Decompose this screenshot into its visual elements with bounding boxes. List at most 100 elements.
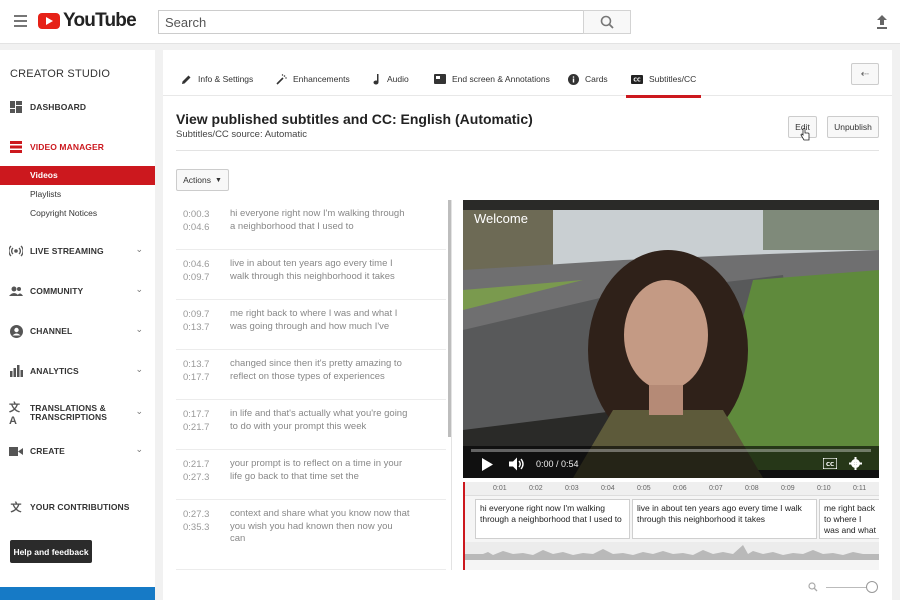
timeline-tick: 0:02 xyxy=(529,485,543,492)
caret-down-icon: ▼ xyxy=(214,176,222,184)
magic-wand-icon xyxy=(276,73,287,85)
sidebar-item-label: VIDEO MANAGER xyxy=(30,141,105,152)
tab-label: Enhancements xyxy=(293,74,350,84)
timeline-tick: 0:07 xyxy=(709,485,723,492)
sidebar-item-label: DASHBOARD xyxy=(30,101,87,112)
sidebar-item-live-streaming[interactable]: LIVE STREAMING ⌄ xyxy=(0,239,155,263)
youtube-play-icon xyxy=(38,13,60,29)
sidebar-item-create[interactable]: CREATE ⌄ xyxy=(0,439,155,463)
timeline-tick: 0:10 xyxy=(817,485,831,492)
actions-label: Actions xyxy=(183,175,211,185)
sidebar-item-analytics[interactable]: ANALYTICS ⌄ xyxy=(0,359,155,383)
video-player[interactable]: Welcome 0:00 / 0:54 CC xyxy=(463,200,879,478)
upload-icon[interactable] xyxy=(875,14,889,30)
timeline-cue[interactable]: live in about ten years ago every time I… xyxy=(632,499,817,539)
timeline-tick: 0:06 xyxy=(673,485,687,492)
timeline-tick: 0:03 xyxy=(565,485,579,492)
logo-text: YouTube xyxy=(63,10,137,31)
timeline-cue[interactable]: hi everyone right now I'm walking throug… xyxy=(475,499,630,539)
back-button[interactable]: ⇠ xyxy=(851,63,879,85)
sidebar-item-dashboard[interactable]: DASHBOARD xyxy=(0,95,155,119)
create-icon xyxy=(9,444,23,458)
zoom-slider-thumb[interactable] xyxy=(866,581,878,593)
caption-text: your prompt is to reflect on a time in y… xyxy=(230,458,403,482)
zoom-search-icon xyxy=(808,582,818,592)
tab-enhancements[interactable]: Enhancements xyxy=(276,68,350,90)
timeline-tick: 0:11 xyxy=(853,485,867,492)
caption-row[interactable]: 0:00.3 0:04.6 hi everyone right now I'm w… xyxy=(176,200,446,250)
chevron-down-icon[interactable]: ⌄ xyxy=(135,244,143,255)
video-overlay-title: Welcome xyxy=(474,211,528,226)
search-input[interactable]: Search xyxy=(158,10,584,34)
caption-row[interactable]: 0:17.7 0:21.7 in life and that's actually… xyxy=(176,400,446,450)
cc-toggle-icon[interactable]: CC xyxy=(823,458,837,469)
caption-row[interactable]: 0:27.3 0:35.3 context and share what you … xyxy=(176,500,446,570)
tab-audio[interactable]: Audio xyxy=(372,68,409,90)
timeline-zoom xyxy=(808,580,883,594)
help-feedback-button[interactable]: Help and feedback xyxy=(10,540,92,563)
tab-info-settings[interactable]: Info & Settings xyxy=(181,68,253,90)
header-divider xyxy=(176,150,879,151)
timeline-playhead[interactable] xyxy=(463,482,465,570)
back-arrow-icon: ⇠ xyxy=(860,68,870,80)
timeline-cue[interactable]: me right back to where I was and what I … xyxy=(819,499,879,539)
chevron-down-icon[interactable]: ⌄ xyxy=(135,324,143,335)
caption-text: changed since then it's pretty amazing t… xyxy=(230,358,402,382)
sidebar-item-community[interactable]: COMMUNITY ⌄ xyxy=(0,279,155,303)
caption-times: 0:27.3 0:35.3 xyxy=(183,509,210,533)
unpublish-button[interactable]: Unpublish xyxy=(827,116,879,138)
caption-row[interactable]: 0:04.6 0:09.7 live in about ten years ago… xyxy=(176,250,446,300)
sidebar-subitem-copyright-notices[interactable]: Copyright Notices xyxy=(0,204,155,223)
sidebar-subitem-videos[interactable]: Videos xyxy=(0,166,155,185)
caption-text: hi everyone right now I'm walking throug… xyxy=(230,208,405,232)
chevron-down-icon[interactable]: ⌄ xyxy=(135,406,143,417)
caption-times: 0:21.7 0:27.3 xyxy=(183,459,210,483)
play-icon[interactable] xyxy=(481,458,493,471)
caption-text: context and share what you know now that… xyxy=(230,508,410,544)
sidebar-item-label: LIVE STREAMING xyxy=(30,245,104,256)
timeline-tick: 0:09 xyxy=(781,485,795,492)
sidebar-title: CREATOR STUDIO xyxy=(10,68,111,80)
sidebar-item-label: CHANNEL xyxy=(30,325,73,336)
sidebar-item-translations[interactable]: 文A TRANSLATIONS & TRANSCRIPTIONS ⌄ xyxy=(0,399,155,427)
cc-icon: CC xyxy=(631,74,643,84)
caption-text: live in about ten years ago every time I… xyxy=(230,258,395,282)
chevron-down-icon[interactable]: ⌄ xyxy=(135,444,143,455)
subtitle-timeline[interactable]: 0:01 0:02 0:03 0:04 0:05 0:06 0:07 0:08 … xyxy=(463,482,879,570)
chevron-down-icon[interactable]: ⌄ xyxy=(135,364,143,375)
page-title: View published subtitles and CC: English… xyxy=(176,111,533,127)
youtube-logo[interactable]: YouTube xyxy=(38,10,137,32)
hand-cursor-icon xyxy=(800,128,810,141)
video-frame xyxy=(463,200,879,478)
video-progress-bar[interactable] xyxy=(471,449,871,452)
timeline-tick: 0:01 xyxy=(493,485,507,492)
dashboard-icon xyxy=(9,100,23,114)
sidebar-subitem-playlists[interactable]: Playlists xyxy=(0,185,155,204)
volume-icon[interactable] xyxy=(509,457,525,471)
caption-times: 0:09.7 0:13.7 xyxy=(183,309,210,333)
sidebar-item-your-contributions[interactable]: 文 YOUR CONTRIBUTIONS xyxy=(0,495,155,519)
sidebar-item-label: COMMUNITY xyxy=(30,285,84,296)
menu-icon[interactable] xyxy=(14,15,27,27)
caption-row[interactable]: 0:13.7 0:17.7 changed since then it's pre… xyxy=(176,350,446,400)
sidebar-item-video-manager[interactable]: VIDEO MANAGER xyxy=(0,135,155,159)
search-icon xyxy=(600,15,614,29)
translate-icon: 文A xyxy=(9,402,20,427)
tab-end-screen-annotations[interactable]: End screen & Annotations xyxy=(434,68,550,90)
caption-row[interactable]: 0:09.7 0:13.7 me right back to where I wa… xyxy=(176,300,446,350)
search-button[interactable] xyxy=(583,10,631,34)
settings-gear-icon[interactable] xyxy=(849,457,862,470)
sidebar-footer-bar xyxy=(0,587,155,600)
tab-cards[interactable]: Cards xyxy=(568,68,608,90)
tab-subtitles-cc[interactable]: CC Subtitles/CC xyxy=(625,68,702,98)
caption-list-scrollbar[interactable] xyxy=(448,200,451,437)
caption-text: in life and that's actually what you're … xyxy=(230,408,408,432)
sidebar-item-channel[interactable]: CHANNEL ⌄ xyxy=(0,319,155,343)
actions-dropdown[interactable]: Actions ▼ xyxy=(176,169,229,191)
sidebar: CREATOR STUDIO DASHBOARD VIDEO MANAGER V… xyxy=(0,50,155,600)
chevron-down-icon[interactable]: ⌄ xyxy=(135,284,143,295)
caption-row[interactable]: 0:21.7 0:27.3 your prompt is to reflect o… xyxy=(176,450,446,500)
caption-times: 0:00.3 0:04.6 xyxy=(183,209,210,233)
music-note-icon xyxy=(372,73,381,85)
channel-icon xyxy=(9,324,23,338)
